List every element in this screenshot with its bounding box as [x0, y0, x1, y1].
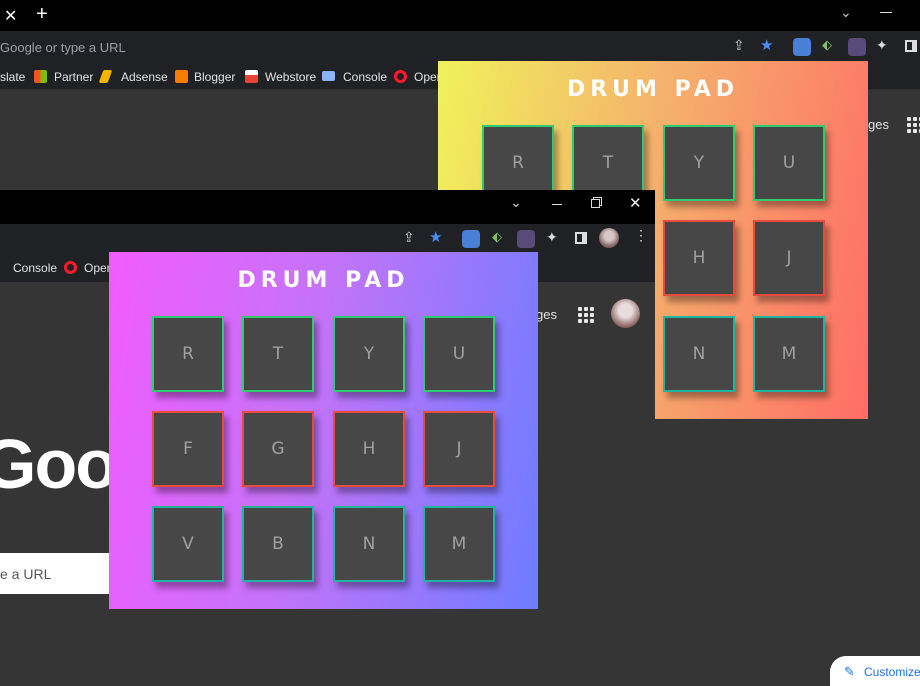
drum-pad-key[interactable]: R: [152, 316, 224, 392]
front-apps-grid-icon[interactable]: [578, 307, 594, 323]
drum-pad-key[interactable]: Y: [333, 316, 405, 392]
drum-pad-key[interactable]: T: [242, 316, 314, 392]
back-drum-title: DRUM PAD: [566, 77, 739, 102]
search-placeholder: e a URL: [0, 566, 52, 582]
tab-search-chevron-icon[interactable]: ⌄: [840, 4, 852, 21]
blogger-icon: [175, 70, 188, 83]
tab-search-chevron-icon[interactable]: ⌄: [510, 194, 522, 211]
bookmark-blogger[interactable]: Blogger: [194, 70, 235, 84]
back-toolbar: Google or type a URL ⇪ ★ ⬖ ✦: [0, 31, 920, 64]
back-drum-pad-key[interactable]: N: [663, 316, 735, 392]
grid-extension-icon[interactable]: [517, 230, 535, 248]
bookmark-star-icon[interactable]: ★: [760, 36, 773, 54]
back-omnibox[interactable]: Google or type a URL: [0, 40, 126, 55]
bookmark-console[interactable]: Console: [343, 70, 387, 84]
restore-icon[interactable]: [591, 199, 600, 208]
drum-pad-key[interactable]: N: [333, 506, 405, 582]
share-icon[interactable]: ⇪: [403, 229, 415, 246]
grid-extension-icon[interactable]: [848, 38, 866, 56]
drum-pad-key[interactable]: H: [333, 411, 405, 487]
menu-kebab-icon[interactable]: ⋮: [634, 227, 648, 244]
customize-label: Customize: [864, 665, 920, 679]
close-tab-icon[interactable]: ✕: [4, 6, 17, 26]
close-window-icon[interactable]: ✕: [629, 194, 642, 212]
drum-pad-key[interactable]: B: [242, 506, 314, 582]
opera-icon: [64, 261, 77, 274]
front-toolbar: ⇪ ★ ⬖ ✦ ⋮: [0, 224, 655, 253]
back-drum-pad-key[interactable]: H: [663, 220, 735, 296]
front-drum-pad-app: DRUM PAD R T Y U F G H J V B N M: [109, 252, 538, 609]
drum-pad-key[interactable]: M: [423, 506, 495, 582]
minimize-icon[interactable]: [880, 12, 892, 13]
pencil-icon: ✎: [844, 664, 855, 679]
customize-button[interactable]: ✎ Customize: [830, 656, 920, 686]
puzzle-extensions-icon[interactable]: ✦: [876, 37, 888, 54]
translate-extension-icon[interactable]: [462, 230, 480, 248]
bookmark-webstore[interactable]: Webstore: [265, 70, 316, 84]
microsoft-icon: [34, 70, 47, 83]
bookmark-partner[interactable]: Partner: [54, 70, 93, 84]
translate-extension-icon[interactable]: [793, 38, 811, 56]
bookmark-translate[interactable]: slate: [0, 70, 25, 84]
bookmark-adsense[interactable]: Adsense: [121, 70, 168, 84]
back-drum-pad-key[interactable]: U: [753, 125, 825, 201]
adsense-icon: [98, 70, 113, 83]
back-drum-pad-key[interactable]: M: [753, 316, 825, 392]
minimize-icon[interactable]: [552, 204, 562, 205]
drum-pad-key[interactable]: V: [152, 506, 224, 582]
drum-pad-key[interactable]: G: [242, 411, 314, 487]
front-tab-bar: ⌄ ✕: [0, 190, 655, 224]
bookmark-star-icon[interactable]: ★: [429, 228, 442, 246]
drum-pad-key[interactable]: J: [423, 411, 495, 487]
front-ntp-images-link[interactable]: ges: [536, 307, 557, 322]
google-search-box[interactable]: e a URL: [0, 553, 110, 594]
drum-pad-key[interactable]: U: [423, 316, 495, 392]
tag-extension-icon[interactable]: ⬖: [492, 229, 502, 245]
back-tab-bar: ✕ + ⌄: [0, 0, 920, 31]
bookmark-console[interactable]: Console: [13, 261, 57, 275]
back-apps-grid-icon[interactable]: [907, 117, 920, 133]
console-icon: [322, 71, 335, 81]
tag-extension-icon[interactable]: ⬖: [822, 37, 832, 53]
side-panel-icon[interactable]: [905, 40, 917, 52]
opera-icon: [394, 70, 407, 83]
new-tab-icon[interactable]: +: [36, 3, 48, 26]
puzzle-extensions-icon[interactable]: ✦: [546, 229, 558, 246]
share-icon[interactable]: ⇪: [733, 37, 745, 54]
profile-avatar[interactable]: [599, 228, 619, 248]
back-drum-pad-key[interactable]: Y: [663, 125, 735, 201]
back-drum-pad-key[interactable]: J: [753, 220, 825, 296]
side-panel-icon[interactable]: [575, 232, 587, 244]
drum-pad-key[interactable]: F: [152, 411, 224, 487]
back-ntp-images-link[interactable]: ges: [868, 117, 889, 132]
front-profile-avatar[interactable]: [611, 299, 640, 328]
webstore-icon: [245, 70, 258, 83]
front-drum-title: DRUM PAD: [237, 268, 410, 293]
